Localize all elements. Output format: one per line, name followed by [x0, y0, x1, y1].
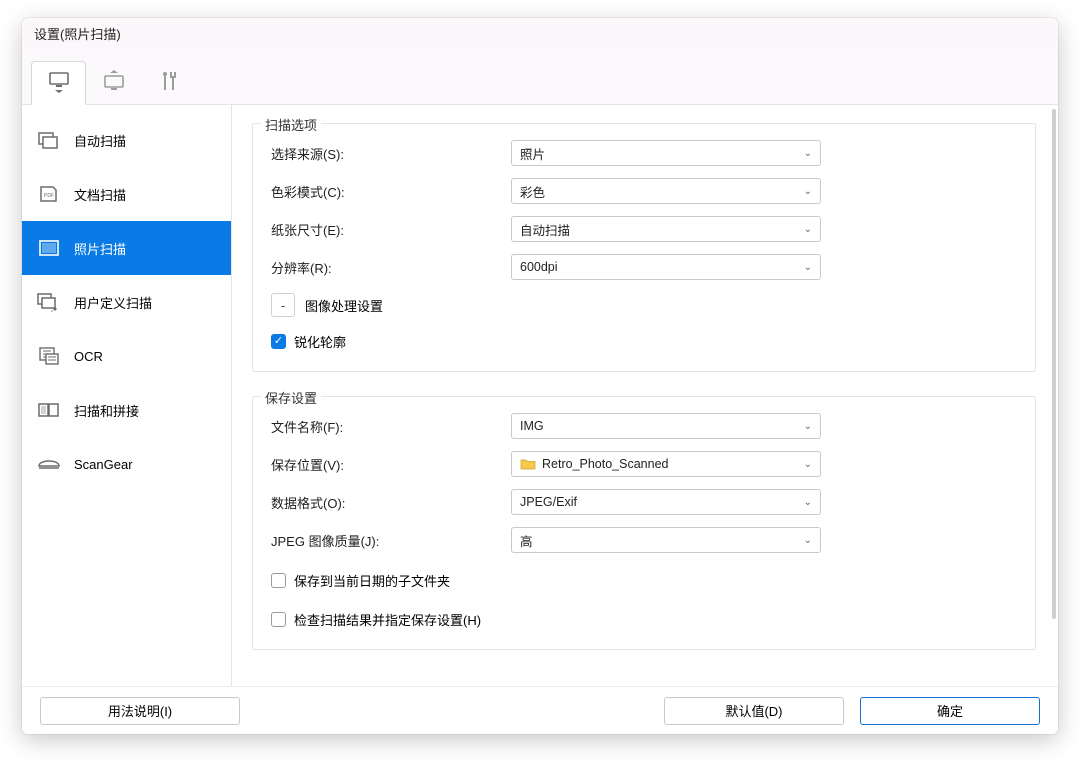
select-value: 高 [520, 531, 533, 550]
chevron-down-icon: ⌄ [804, 186, 812, 197]
vertical-scrollbar[interactable] [1052, 109, 1056, 619]
sidebar-item-doc-scan[interactable]: PDF 文档扫描 [22, 167, 231, 221]
label-resolution: 分辨率(R): [267, 258, 511, 277]
label-data-format: 数据格式(O): [267, 493, 511, 512]
label-sharpen: 锐化轮廓 [294, 332, 346, 351]
select-value: IMG [520, 419, 544, 433]
checkbox-subfolder[interactable] [271, 573, 286, 588]
sidebar-item-label: 照片扫描 [74, 239, 126, 258]
group-title: 扫描选项 [261, 115, 321, 134]
select-resolution[interactable]: 600dpi ⌄ [511, 254, 821, 280]
combo-file-name[interactable]: IMG ⌄ [511, 413, 821, 439]
sidebar-item-label: 自动扫描 [74, 131, 126, 150]
select-data-format[interactable]: JPEG/Exif ⌄ [511, 489, 821, 515]
collapse-image-processing-button[interactable]: - [271, 293, 295, 317]
chevron-down-icon: ⌄ [804, 421, 812, 432]
header-tabbar [22, 52, 1058, 105]
ocr-icon [36, 346, 62, 366]
select-color-mode[interactable]: 彩色 ⌄ [511, 178, 821, 204]
doc-scan-icon: PDF [36, 184, 62, 204]
checkbox-sharpen[interactable] [271, 334, 286, 349]
sidebar-item-label: OCR [74, 349, 103, 364]
select-value: 彩色 [520, 182, 545, 201]
label-subfolder: 保存到当前日期的子文件夹 [294, 571, 450, 590]
main-panel: 扫描选项 选择来源(S): 照片 ⌄ 色彩模式(C): 彩色 [232, 105, 1058, 686]
label-image-processing: 图像处理设置 [305, 296, 383, 315]
sidebar-item-label: 文档扫描 [74, 185, 126, 204]
chevron-down-icon: ⌄ [804, 497, 812, 508]
custom-scan-icon [36, 292, 62, 312]
chevron-down-icon: ⌄ [804, 224, 812, 235]
group-save-settings: 保存设置 文件名称(F): IMG ⌄ 保存位置(V): [252, 396, 1036, 650]
tab-tools[interactable] [141, 60, 196, 104]
label-color-mode: 色彩模式(C): [267, 182, 511, 201]
tab-from-network[interactable] [86, 60, 141, 104]
defaults-button[interactable]: 默认值(D) [664, 697, 844, 725]
chevron-down-icon: ⌄ [804, 459, 812, 470]
chevron-down-icon: ⌄ [804, 535, 812, 546]
tab-from-pc[interactable] [31, 61, 86, 105]
chevron-down-icon: ⌄ [804, 148, 812, 159]
auto-scan-icon [36, 130, 62, 150]
select-value: 600dpi [520, 260, 558, 274]
ok-button[interactable]: 确定 [860, 697, 1040, 725]
monitor-arrow-down-icon [47, 71, 71, 96]
chevron-down-icon: ⌄ [804, 262, 812, 273]
footer: 用法说明(I) 默认值(D) 确定 [22, 686, 1058, 734]
select-paper-size[interactable]: 自动扫描 ⌄ [511, 216, 821, 242]
sidebar-item-label: ScanGear [74, 457, 133, 472]
help-button[interactable]: 用法说明(I) [40, 697, 240, 725]
sidebar: 自动扫描 PDF 文档扫描 照片扫描 [22, 105, 232, 686]
body: 自动扫描 PDF 文档扫描 照片扫描 [22, 105, 1058, 686]
folder-icon [520, 458, 536, 470]
settings-window: 设置(照片扫描) [22, 18, 1058, 734]
photo-scan-icon [36, 239, 62, 257]
select-value: 自动扫描 [520, 220, 570, 239]
sidebar-item-label: 扫描和拼接 [74, 401, 139, 420]
sidebar-item-scangear[interactable]: ScanGear [22, 437, 231, 491]
label-paper-size: 纸张尺寸(E): [267, 220, 511, 239]
sidebar-item-ocr[interactable]: OCR [22, 329, 231, 383]
select-save-to[interactable]: Retro_Photo_Scanned ⌄ [511, 451, 821, 477]
checkbox-check-result[interactable] [271, 612, 286, 627]
select-value: Retro_Photo_Scanned [542, 457, 668, 471]
group-title: 保存设置 [261, 388, 321, 407]
label-source: 选择来源(S): [267, 144, 511, 163]
sidebar-item-label: 用户定义扫描 [74, 293, 152, 312]
svg-text:PDF: PDF [44, 193, 54, 199]
monitor-arrow-up-icon [102, 70, 126, 95]
select-jpeg-quality[interactable]: 高 ⌄ [511, 527, 821, 553]
window-title: 设置(照片扫描) [22, 18, 1058, 52]
sidebar-item-stitch[interactable]: 扫描和拼接 [22, 383, 231, 437]
content-area: 自动扫描 PDF 文档扫描 照片扫描 [22, 52, 1058, 734]
select-value: JPEG/Exif [520, 495, 577, 509]
label-check-result: 检查扫描结果并指定保存设置(H) [294, 610, 481, 629]
tools-icon [159, 70, 179, 95]
group-scan-options: 扫描选项 选择来源(S): 照片 ⌄ 色彩模式(C): 彩色 [252, 123, 1036, 372]
stitch-icon [36, 401, 62, 419]
sidebar-item-auto-scan[interactable]: 自动扫描 [22, 113, 231, 167]
label-save-to: 保存位置(V): [267, 455, 511, 474]
scangear-icon [36, 456, 62, 472]
sidebar-item-custom-scan[interactable]: 用户定义扫描 [22, 275, 231, 329]
select-value: 照片 [520, 144, 545, 163]
select-source[interactable]: 照片 ⌄ [511, 140, 821, 166]
label-file-name: 文件名称(F): [267, 417, 511, 436]
sidebar-item-photo-scan[interactable]: 照片扫描 [22, 221, 231, 275]
label-jpeg-quality: JPEG 图像质量(J): [267, 531, 511, 550]
